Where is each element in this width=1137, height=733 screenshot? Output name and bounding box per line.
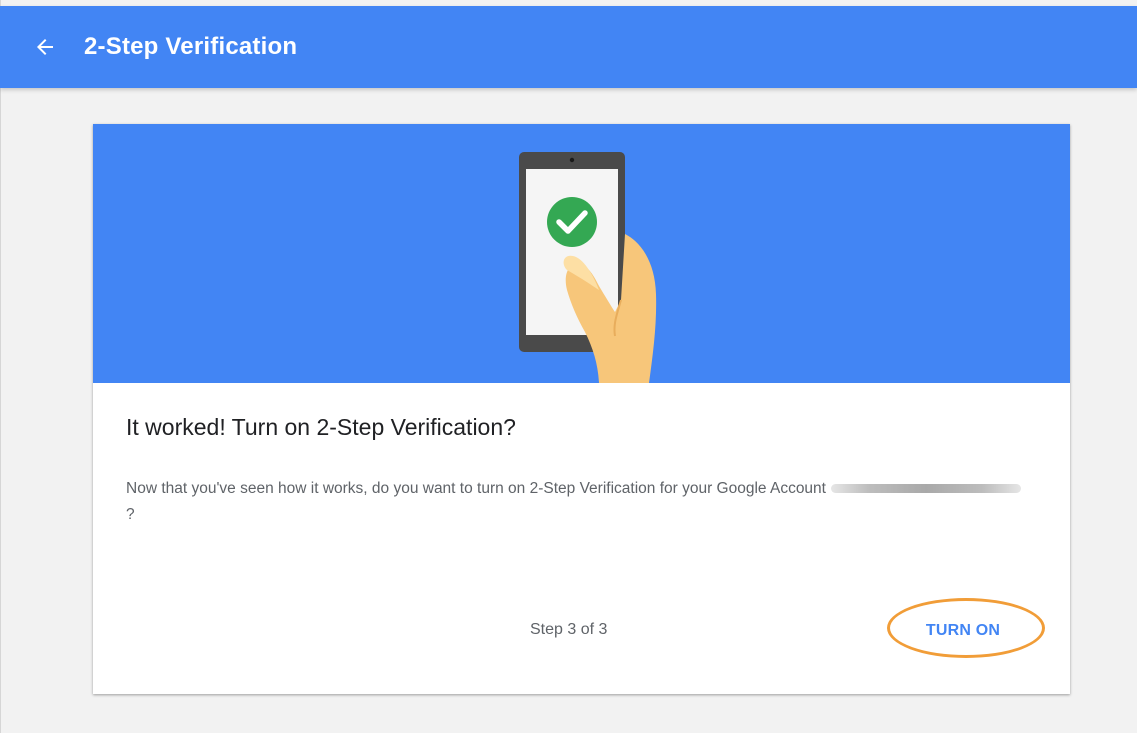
step-indicator: Step 3 of 3 [530,621,608,638]
app-header: 2-Step Verification [0,6,1137,88]
card-title: It worked! Turn on 2-Step Verification? [126,414,516,440]
redacted-email [831,484,1022,494]
back-button[interactable] [30,32,60,62]
description-text: Now that you've seen how it works, do yo… [126,480,831,497]
description-suffix: ? [126,506,135,523]
phone-checkmark-illustration [519,152,657,383]
page-title: 2-Step Verification [84,33,298,60]
phone-camera [569,157,575,163]
check-circle-icon [547,197,597,247]
verification-card: It worked! Turn on 2-Step Verification? … [93,124,1070,694]
card-description: Now that you've seen how it works, do yo… [126,476,1026,528]
arrow-left-icon [37,39,53,55]
turn-on-button[interactable]: TURN ON [903,611,1023,651]
hero-banner [93,124,1070,383]
